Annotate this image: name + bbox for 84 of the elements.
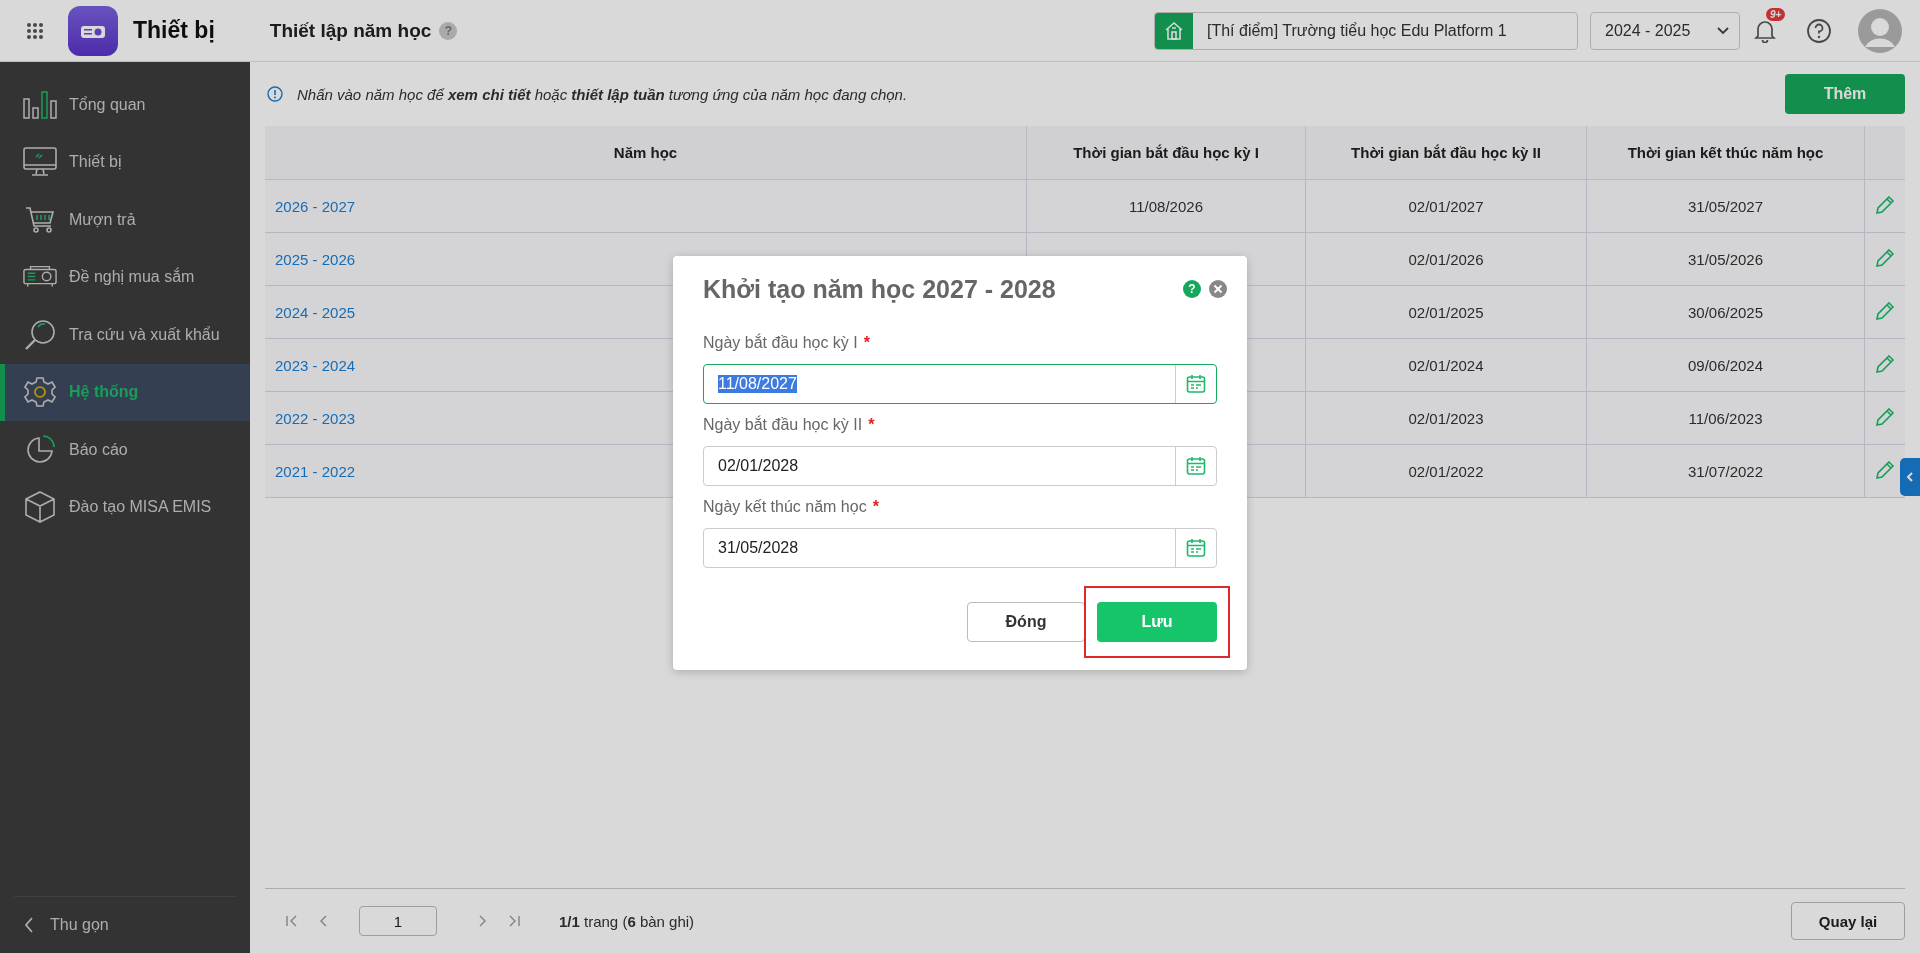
sidebar-item[interactable]: Tra cứu và xuất khẩu: [0, 306, 250, 364]
field-label: Ngày kết thúc năm học: [703, 498, 867, 516]
help-badge[interactable]: ?: [1183, 280, 1201, 298]
column-header: Thời gian kết thúc năm học: [1586, 126, 1865, 180]
side-panel-tab[interactable]: [1900, 458, 1920, 496]
page-title: Thiết lập năm học: [269, 19, 432, 42]
last-page-icon[interactable]: [507, 914, 521, 928]
field-label: Ngày bắt đầu học kỳ II: [703, 416, 863, 434]
notification-badge: 9+: [1766, 7, 1786, 21]
calendar-icon[interactable]: [1186, 456, 1206, 476]
dialog-title: Khởi tạo năm học 2027 - 2028: [703, 274, 1056, 304]
app-grid-icon[interactable]: [26, 21, 44, 40]
school-year-link[interactable]: 2022 - 2023: [275, 409, 356, 427]
table-cell: 02/01/2025: [1408, 303, 1484, 321]
column-header: Thời gian bắt đầu học kỳ I: [1026, 126, 1306, 180]
sidebar-item[interactable]: Hệ thống: [0, 363, 250, 421]
table-cell: 02/01/2026: [1408, 250, 1484, 268]
table-cell: 02/01/2022: [1408, 462, 1484, 480]
table-cell: 02/01/2024: [1408, 356, 1484, 374]
column-header: Thời gian bắt đầu học kỳ II: [1305, 126, 1587, 180]
avatar-icon[interactable]: [1858, 8, 1902, 53]
chevron-left-icon: [1906, 472, 1914, 482]
table-cell: 11/06/2023: [1688, 409, 1763, 427]
pencil-icon[interactable]: [1875, 353, 1895, 374]
school-selector[interactable]: [Thí điểm] Trường tiểu học Edu Platform 1: [1154, 11, 1578, 50]
pencil-icon[interactable]: [1875, 194, 1895, 215]
sidebar-item[interactable]: Thiết bị: [0, 133, 250, 191]
date-field[interactable]: 31/05/2028: [703, 528, 1217, 568]
gear-icon: [24, 376, 56, 409]
date-field[interactable]: 11/08/2027: [703, 364, 1217, 404]
school-year-link[interactable]: 2023 - 2024: [275, 356, 356, 374]
sidebar-item[interactable]: Báo cáo: [0, 421, 250, 479]
calendar-icon[interactable]: [1186, 374, 1206, 394]
home-icon: [1164, 20, 1184, 41]
table-cell: 02/01/2023: [1408, 409, 1484, 427]
required-mark: *: [863, 334, 870, 352]
required-mark: *: [872, 498, 879, 516]
pencil-icon[interactable]: [1875, 406, 1895, 427]
table-cell: 31/05/2027: [1687, 197, 1764, 215]
table-cell: 09/06/2024: [1687, 356, 1764, 374]
school-year-link[interactable]: 2024 - 2025: [275, 303, 356, 321]
column-header: Năm học: [265, 126, 1027, 180]
school-year-link[interactable]: 2026 - 2027: [275, 197, 356, 215]
bar-chart-icon: [23, 90, 57, 119]
monitor-icon: [23, 147, 57, 178]
pencil-icon[interactable]: [1875, 247, 1895, 268]
sidebar-item[interactable]: Mượn trả: [0, 191, 250, 249]
close-icon[interactable]: [1209, 280, 1227, 298]
page-summary: 1/1 trang (6 bàn ghi): [559, 912, 695, 930]
search-icon: [24, 318, 56, 351]
close-button[interactable]: Đóng: [967, 602, 1085, 642]
chevron-left-icon: [24, 917, 34, 933]
add-button[interactable]: Thêm: [1785, 74, 1905, 114]
table-cell: 31/05/2026: [1687, 250, 1764, 268]
calendar-icon[interactable]: [1186, 538, 1206, 558]
pie-chart-icon: [25, 434, 55, 465]
cart-icon: [25, 205, 55, 234]
school-year-link[interactable]: 2021 - 2022: [275, 462, 356, 480]
collapse-sidebar-button[interactable]: Thu gọn: [14, 896, 236, 953]
caret-icon: [1717, 26, 1729, 35]
table-cell: 02/01/2027: [1408, 197, 1484, 215]
bell-icon[interactable]: [1754, 18, 1776, 43]
help-icon[interactable]: [1806, 17, 1832, 44]
back-button[interactable]: Quay lại: [1791, 902, 1905, 940]
pencil-icon[interactable]: [1875, 300, 1895, 321]
sidebar-item[interactable]: Đào tạo MISA EMIS: [0, 478, 250, 536]
required-mark: *: [868, 416, 875, 434]
first-page-icon[interactable]: [285, 914, 299, 928]
table-cell: 31/07/2022: [1687, 462, 1764, 480]
school-year-link[interactable]: 2025 - 2026: [275, 250, 356, 268]
app-title: Thiết bị: [133, 17, 215, 44]
table-cell: 30/06/2025: [1687, 303, 1764, 321]
app-logo-icon: [68, 5, 118, 56]
date-field[interactable]: 02/01/2028: [703, 446, 1217, 486]
sidebar-item[interactable]: Tổng quan: [0, 76, 250, 134]
cube-icon: [25, 491, 55, 524]
info-icon: [267, 86, 283, 102]
table-cell: 11/08/2026: [1129, 197, 1203, 215]
sidebar-item[interactable]: Đề nghị mua sắm: [0, 248, 250, 306]
info-text: Nhấn vào năm học để xem chi tiết hoặc thiết lập tuần tương ứng của năm học đang chọn.: [297, 85, 908, 103]
pencil-icon[interactable]: [1875, 459, 1895, 480]
year-dropdown[interactable]: 2024 - 2025: [1590, 11, 1740, 50]
field-label: Ngày bắt đầu học kỳ I: [703, 334, 858, 352]
page-number-field[interactable]: 1: [359, 906, 437, 936]
